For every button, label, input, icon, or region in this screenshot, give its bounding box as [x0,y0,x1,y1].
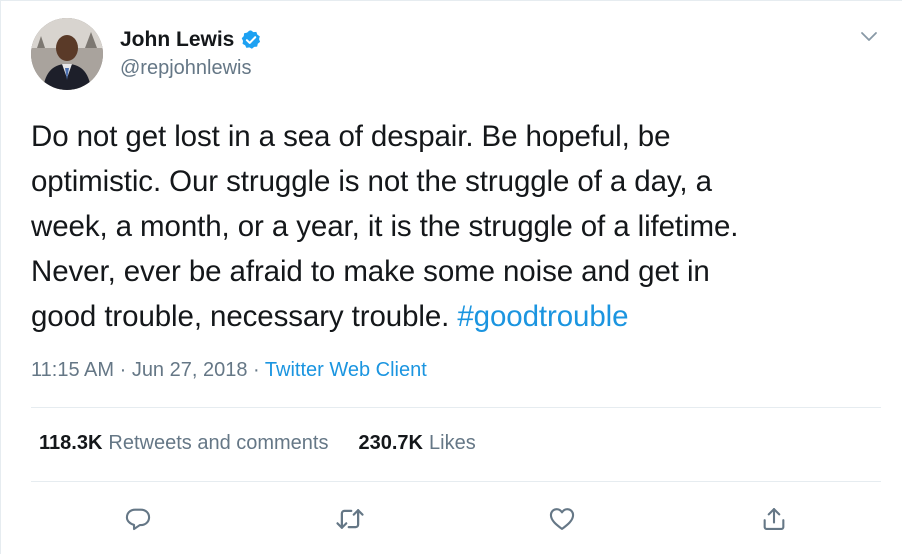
meta-separator: · [114,359,132,381]
verified-badge-icon [240,29,262,51]
tweet-source-link[interactable]: Twitter Web Client [265,359,427,381]
retweet-icon [335,504,365,539]
tweet-card: John Lewis @repjohnlewis Do not get lost… [0,0,902,554]
likes-count: 230.7K [358,432,424,454]
tweet-text-line: week, a month, or a year, it is the stru… [31,210,739,243]
heart-icon [548,505,576,538]
reply-button[interactable] [122,505,154,537]
tweet-text: Do not get lost in a sea of despair. Be … [31,114,891,339]
retweet-button[interactable] [334,505,366,537]
tweet-stats: 118.3K Retweets and comments 230.7K Like… [39,432,476,455]
like-button[interactable] [546,505,578,537]
divider [31,407,881,408]
tweet-meta: 11:15 AM · Jun 27, 2018 · Twitter Web Cl… [31,359,427,382]
retweets-count: 118.3K [39,432,103,454]
tweet-text-line: good trouble, necessary trouble. [31,300,458,333]
hashtag-link[interactable]: #goodtrouble [457,300,628,333]
tweet-time[interactable]: 11:15 AM [31,359,114,381]
tweet-text-line-last: good trouble, necessary trouble. #goodtr… [31,294,891,339]
author-handle[interactable]: @repjohnlewis [120,57,251,80]
share-button[interactable] [758,505,790,537]
retweets-label: Retweets and comments [108,432,329,454]
author-name-row[interactable]: John Lewis [120,28,262,52]
share-icon [760,505,788,538]
tweet-date[interactable]: Jun 27, 2018 [132,359,248,381]
tweet-text-line: Never, ever be afraid to make some noise… [31,255,710,288]
avatar[interactable] [31,18,103,90]
divider [31,481,881,482]
retweets-stat[interactable]: 118.3K Retweets and comments [39,432,329,455]
tweet-text-line: Do not get lost in a sea of despair. Be … [31,120,671,153]
likes-stat[interactable]: 230.7K Likes [359,432,476,455]
chevron-down-icon[interactable] [859,27,879,47]
reply-icon [124,505,152,538]
likes-label: Likes [429,432,476,454]
tweet-text-line: optimistic. Our struggle is not the stru… [31,165,712,198]
meta-separator: · [247,359,265,381]
author-name[interactable]: John Lewis [120,28,234,52]
